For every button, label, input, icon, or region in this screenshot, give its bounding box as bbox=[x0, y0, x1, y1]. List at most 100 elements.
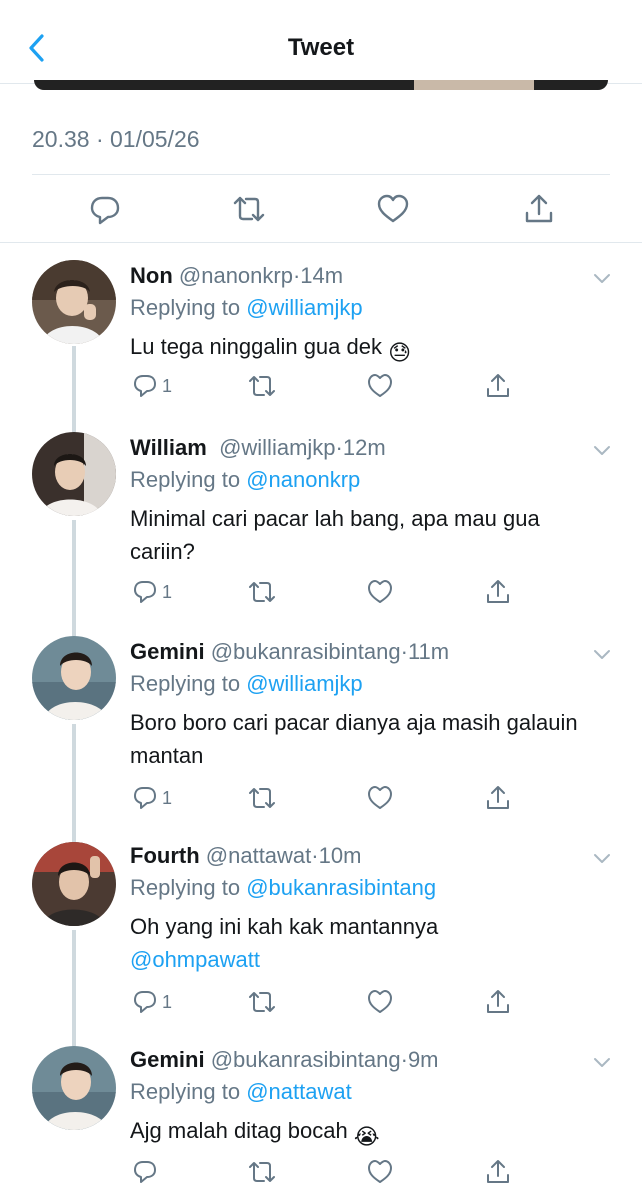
replying-to: Replying to @williamjkp bbox=[130, 671, 363, 696]
replying-to: Replying to @williamjkp bbox=[130, 295, 363, 320]
user-handle[interactable]: @nattawat bbox=[206, 843, 312, 868]
separator: · bbox=[311, 843, 319, 868]
share-icon bbox=[487, 990, 509, 1013]
thread-line bbox=[72, 930, 76, 1048]
avatar[interactable] bbox=[32, 432, 116, 516]
tweet-time: 14m bbox=[300, 263, 344, 288]
user-handle[interactable]: @williamjkp bbox=[219, 435, 335, 460]
divider bbox=[32, 174, 610, 175]
share-icon bbox=[487, 580, 509, 603]
share-icon bbox=[487, 786, 509, 809]
like-button[interactable] bbox=[366, 578, 394, 610]
heart-icon bbox=[377, 194, 409, 223]
tweet-actions: 1 bbox=[130, 372, 530, 404]
retweet-button[interactable] bbox=[248, 578, 276, 610]
user-handle[interactable]: @bukanrasibintang bbox=[211, 639, 401, 664]
replying-to: Replying to @bukanrasibintang bbox=[130, 875, 437, 900]
replying-to: Replying to @nanonkrp bbox=[130, 467, 361, 492]
tweet-text: Boro boro cari pacar dianya aja masih ga… bbox=[130, 710, 578, 768]
like-button[interactable] bbox=[376, 192, 410, 226]
tweet-header: Fourth @nattawat·10m bbox=[130, 840, 361, 872]
user-handle[interactable]: @bukanrasibintang bbox=[211, 1047, 401, 1072]
reply-button[interactable]: 1 bbox=[132, 988, 172, 1020]
reply-button[interactable]: 1 bbox=[132, 578, 172, 610]
share-icon bbox=[525, 194, 553, 223]
thread-line bbox=[72, 724, 76, 842]
heart-icon bbox=[368, 786, 392, 809]
chevron-down-icon[interactable] bbox=[592, 272, 612, 286]
main-tweet-timestamp: 20.38 · 01/05/26 bbox=[32, 126, 200, 152]
display-name[interactable]: Gemini bbox=[130, 639, 205, 664]
replying-to-link[interactable]: @bukanrasibintang bbox=[246, 875, 436, 900]
main-tweet-media[interactable] bbox=[34, 80, 608, 90]
retweet-icon bbox=[249, 582, 275, 602]
share-icon bbox=[487, 374, 509, 397]
tweet-actions: 1 bbox=[130, 578, 530, 610]
retweet-button[interactable] bbox=[232, 192, 266, 226]
divider bbox=[0, 242, 642, 243]
share-icon bbox=[487, 1160, 509, 1183]
display-name[interactable]: Fourth bbox=[130, 843, 200, 868]
replying-to-link[interactable]: @nattawat bbox=[246, 1079, 352, 1104]
reply-icon bbox=[134, 991, 156, 1013]
display-name[interactable]: Gemini bbox=[130, 1047, 205, 1072]
tweet-header: William @williamjkp·12m bbox=[130, 432, 386, 464]
reply-button[interactable] bbox=[88, 192, 122, 226]
avatar[interactable] bbox=[32, 842, 116, 926]
chevron-down-icon[interactable] bbox=[592, 444, 612, 458]
reply-button[interactable]: 1 bbox=[132, 372, 172, 404]
mention-link[interactable]: @ohmpawatt bbox=[130, 947, 260, 972]
reply-icon bbox=[134, 1161, 156, 1183]
retweet-button[interactable] bbox=[248, 988, 276, 1020]
tweet-text: Oh yang ini kah kak mantannya @ohmpawatt bbox=[130, 914, 439, 972]
avatar[interactable] bbox=[32, 260, 116, 344]
avatar[interactable] bbox=[32, 636, 116, 720]
like-button[interactable] bbox=[366, 988, 394, 1020]
chevron-down-icon[interactable] bbox=[592, 648, 612, 662]
tweet-text: Lu tega ninggalin gua dek 😓 bbox=[130, 330, 610, 369]
replying-to-link[interactable]: @nanonkrp bbox=[246, 467, 360, 492]
share-button[interactable] bbox=[484, 578, 512, 610]
separator: · bbox=[400, 639, 408, 664]
tweet-actions: 1 bbox=[130, 988, 530, 1020]
retweet-button[interactable] bbox=[248, 372, 276, 404]
display-name[interactable]: William bbox=[130, 435, 207, 460]
display-name[interactable]: Non bbox=[130, 263, 173, 288]
share-button[interactable] bbox=[484, 1158, 512, 1190]
reply-icon bbox=[134, 787, 156, 809]
tweet-time: 12m bbox=[342, 435, 386, 460]
retweet-icon bbox=[233, 196, 265, 222]
tweet-actions: 1 bbox=[130, 784, 530, 816]
share-button[interactable] bbox=[484, 784, 512, 816]
retweet-button[interactable] bbox=[248, 1158, 276, 1190]
reply-button[interactable] bbox=[132, 1158, 158, 1190]
user-handle[interactable]: @nanonkrp bbox=[179, 263, 293, 288]
retweet-icon bbox=[249, 992, 275, 1012]
chevron-down-icon[interactable] bbox=[592, 852, 612, 866]
tweet-time: 10m bbox=[318, 843, 362, 868]
share-button[interactable] bbox=[484, 988, 512, 1020]
separator: · bbox=[335, 435, 343, 460]
replying-to-link[interactable]: @williamjkp bbox=[246, 671, 362, 696]
tweet-actions bbox=[130, 1158, 530, 1190]
tweet-header: Non @nanonkrp·14m bbox=[130, 260, 343, 292]
chevron-down-icon[interactable] bbox=[592, 1056, 612, 1070]
thread-line bbox=[72, 346, 76, 434]
avatar[interactable] bbox=[32, 1046, 116, 1130]
like-button[interactable] bbox=[366, 372, 394, 404]
heart-icon bbox=[368, 374, 392, 397]
reply-count: 1 bbox=[162, 788, 173, 808]
tweet-header: Gemini @bukanrasibintang·11m bbox=[130, 636, 449, 668]
retweet-icon bbox=[249, 376, 275, 396]
like-button[interactable] bbox=[366, 784, 394, 816]
share-button[interactable] bbox=[484, 372, 512, 404]
emoji: 😓 bbox=[388, 340, 412, 365]
reply-button[interactable]: 1 bbox=[132, 784, 172, 816]
replying-to-link[interactable]: @williamjkp bbox=[246, 295, 362, 320]
reply-icon bbox=[90, 196, 120, 225]
like-button[interactable] bbox=[366, 1158, 394, 1190]
retweet-button[interactable] bbox=[248, 784, 276, 816]
tweet-time: 9m bbox=[407, 1047, 439, 1072]
share-button[interactable] bbox=[522, 192, 556, 226]
reply-icon bbox=[134, 375, 156, 397]
